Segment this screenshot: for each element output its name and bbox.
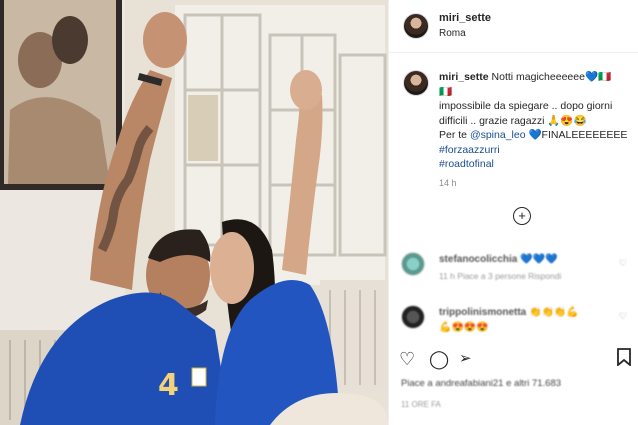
caption-line5-suffix: 💙FINALEEEEEEEE <box>528 129 628 141</box>
post-time: 14 h <box>439 178 457 188</box>
hashtag-link[interactable]: #roadtofinal <box>439 158 494 170</box>
post-photo-illustration: 4 <box>0 0 388 425</box>
instagram-post: 4 miri_sette Roma miri_sette Notti magic… <box>0 0 638 425</box>
avatar[interactable] <box>401 252 425 276</box>
heart-icon[interactable]: ♡ <box>619 311 627 322</box>
likes-text: Piace a andreafabiani21 e altri 71.683 <box>401 378 562 389</box>
comment-username[interactable]: stefanocolicchia <box>439 254 517 265</box>
post-caption: miri_sette Notti magicheeeeee💙🇮🇹 🇮🇹 impo… <box>439 70 634 172</box>
caption-line3: impossibile da spiegare .. dopo giorni <box>439 100 613 112</box>
heart-icon[interactable]: ♡ <box>619 258 627 269</box>
hashtag-link[interactable]: #forzaazzurri <box>439 144 500 156</box>
comment-meta[interactable]: 11 h Piace a 3 persone Rispondi <box>439 271 561 281</box>
avatar[interactable] <box>401 305 425 329</box>
comment-text: 👏👏👏💪 <box>529 307 579 318</box>
avatar[interactable] <box>403 13 429 39</box>
caption-line2-emoji: 🇮🇹 <box>439 85 453 98</box>
post-date: 11 ORE FA <box>401 400 441 409</box>
caption-username[interactable]: miri_sette <box>439 71 489 83</box>
caption-line4-emoji: 🙏😍😂 <box>547 114 587 127</box>
bookmark-icon[interactable] <box>617 348 631 371</box>
caption-line1-emoji: 💙🇮🇹 <box>584 71 612 83</box>
plus-circle-icon[interactable]: + <box>513 207 531 225</box>
post-header: miri_sette Roma <box>389 0 638 53</box>
header-username[interactable]: miri_sette <box>439 12 491 24</box>
share-icon[interactable]: ➢ <box>459 348 472 370</box>
post-photo[interactable]: 4 <box>0 0 388 425</box>
heart-icon[interactable]: ♡ <box>399 348 415 370</box>
caption-line5-prefix: Per te <box>439 129 468 141</box>
comment-text-2: 💪😍😍😍 <box>439 322 489 333</box>
header-location[interactable]: Roma <box>439 28 466 39</box>
mention-link[interactable]: @spina_leo <box>470 129 526 141</box>
caption-avatar[interactable] <box>403 70 429 96</box>
caption-line4: difficili .. grazie ragazzi <box>439 114 545 127</box>
likes-count[interactable]: Piace a andreafabiani21 e altri 71.683 <box>401 378 561 389</box>
post-side-panel: miri_sette Roma miri_sette Notti magiche… <box>388 0 638 425</box>
comment-username[interactable]: trippolinismonetta <box>439 307 526 318</box>
comment-icon[interactable]: ◯ <box>429 348 449 370</box>
action-bar: ♡ ◯ ➢ <box>399 348 631 370</box>
caption-line1: Notti magicheeeeee <box>491 71 585 83</box>
svg-text:4: 4 <box>158 368 179 403</box>
comment-text: 💙💙💙 <box>520 254 558 265</box>
